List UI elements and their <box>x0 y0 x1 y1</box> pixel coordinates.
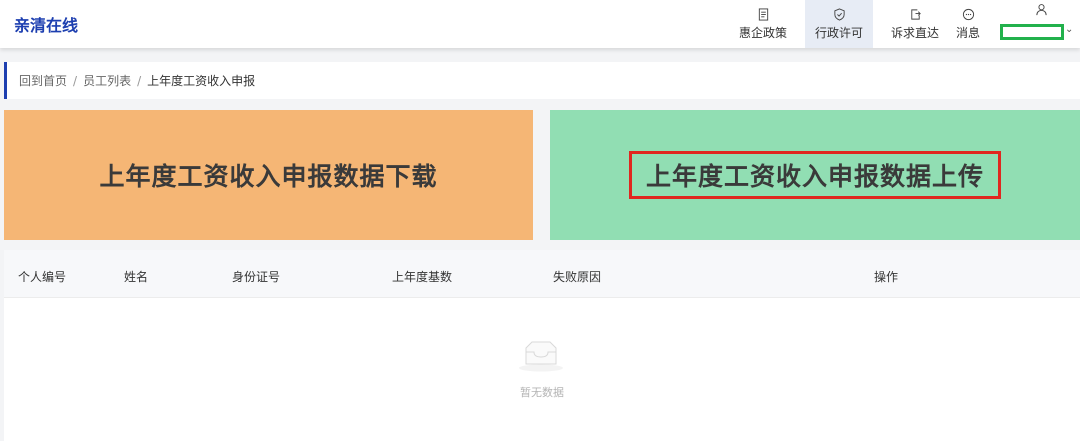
message-icon <box>962 8 974 20</box>
nav-policy-label: 惠企政策 <box>738 25 787 40</box>
app-logo-title[interactable]: 亲清在线 <box>14 12 78 36</box>
nav-policy[interactable]: 惠企政策 <box>733 0 793 48</box>
empty-text: 暂无数据 <box>520 386 564 399</box>
column-header-name: 姓名 <box>124 270 149 284</box>
table-header: 个人编号 姓名 身份证号 上年度基数 失败原因 操作 <box>4 250 1080 298</box>
breadcrumb-current: 上年度工资收入申报 <box>147 74 256 88</box>
shield-icon <box>833 7 845 21</box>
column-header-personal-id: 个人编号 <box>18 270 67 284</box>
breadcrumb-home[interactable]: 回到首页 <box>19 72 67 89</box>
nav-appeal-label: 诉求直达 <box>890 25 939 40</box>
upload-card-button[interactable]: 上年度工资收入申报数据上传 <box>550 110 1080 240</box>
nav-admin-license-label: 行政许可 <box>814 25 863 40</box>
download-card-label: 上年度工资收入申报数据下载 <box>99 162 438 191</box>
column-header-actions: 操作 <box>874 270 899 284</box>
nav-messages[interactable]: 消息 <box>950 0 986 48</box>
empty-inbox-icon <box>519 341 563 372</box>
user-name-box[interactable] <box>1000 24 1064 40</box>
nav-messages-label: 消息 <box>955 25 980 40</box>
breadcrumb-employee-list[interactable]: 员工列表 <box>83 72 131 89</box>
nav-appeal[interactable]: 诉求直达 <box>886 0 944 48</box>
empty-state: 暂无数据 <box>4 298 1080 441</box>
top-navbar: 亲清在线 惠企政策 行政许可 诉求直达 消息 ⌄ <box>0 0 1080 48</box>
breadcrumb-separator: / <box>73 73 78 88</box>
breadcrumb: 回到首页 / 员工列表 / 上年度工资收入申报 <box>4 62 1080 99</box>
column-header-id-number: 身份证号 <box>232 270 281 284</box>
breadcrumb-separator: / <box>137 73 142 88</box>
chevron-down-icon[interactable]: ⌄ <box>1065 24 1073 35</box>
user-menu[interactable] <box>1026 0 1056 20</box>
data-table: 个人编号 姓名 身份证号 上年度基数 失败原因 操作 暂无数据 <box>4 250 1080 441</box>
column-header-failure-reason: 失败原因 <box>553 270 602 284</box>
nav-admin-license[interactable]: 行政许可 <box>805 0 873 48</box>
user-icon <box>1035 4 1047 16</box>
column-header-last-year-base: 上年度基数 <box>392 270 453 284</box>
document-icon <box>758 7 768 21</box>
exit-icon <box>910 8 921 20</box>
download-card-button[interactable]: 上年度工资收入申报数据下载 <box>4 110 533 240</box>
upload-card-label: 上年度工资收入申报数据上传 <box>628 151 1001 199</box>
